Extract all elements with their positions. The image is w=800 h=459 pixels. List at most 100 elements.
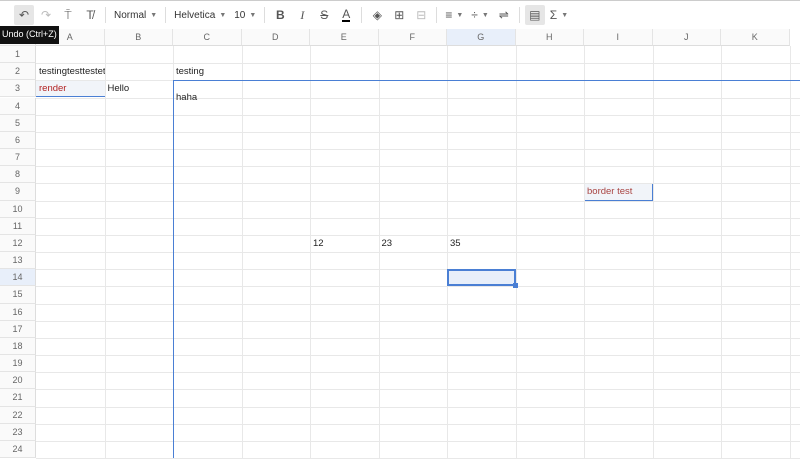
row-header-11[interactable]: 11 [0, 217, 36, 235]
row-header-2[interactable]: 2 [0, 63, 36, 81]
cell-G12[interactable]: 35 [447, 235, 516, 252]
column-header-H[interactable]: H [515, 29, 584, 46]
row-header-24[interactable]: 24 [0, 440, 36, 459]
align-button[interactable]: ≡ ▼ [442, 5, 466, 25]
align-left-icon: ≡ [445, 8, 453, 22]
vertical-align-icon: ÷ [471, 8, 478, 22]
column-gridline [652, 46, 654, 458]
divider [264, 7, 266, 23]
row-header-17[interactable]: 17 [0, 320, 36, 338]
bold-button[interactable]: B [270, 5, 290, 25]
strikethrough-button[interactable]: S [314, 5, 334, 25]
italic-button[interactable]: I [292, 5, 312, 25]
fill-handle[interactable] [512, 283, 518, 289]
spreadsheet-grid[interactable]: 1 2 3 4 5 6 7 8 9 10 11 12 13 14 15 16 17 18 19 20 21 22 23 24 A… [0, 29, 800, 459]
clear-format-button[interactable]: T̸ [80, 5, 100, 25]
chevron-down-icon: ▼ [150, 11, 158, 19]
cell-A2[interactable]: testingtesttestets [36, 63, 105, 80]
row-header-13[interactable]: 13 [0, 252, 36, 270]
merged-col-border [173, 80, 174, 458]
column-header-J[interactable]: J [652, 29, 721, 46]
paint-format-button[interactable]: ⍑ [58, 5, 78, 25]
paint-format-icon: ⍑ [64, 7, 72, 22]
fill-color-button[interactable]: ◈ [367, 5, 387, 25]
column-gridline [104, 46, 106, 458]
row-header-20[interactable]: 20 [0, 372, 36, 390]
row-header-9[interactable]: 9 [0, 183, 36, 201]
cell-F12[interactable]: 23 [379, 235, 448, 252]
row-header-6[interactable]: 6 [0, 131, 36, 149]
column-header-C[interactable]: C [173, 29, 242, 46]
cell-C2[interactable]: testing [173, 63, 242, 80]
row-header-1[interactable]: 1 [0, 46, 36, 64]
chevron-down-icon: ▼ [561, 11, 569, 19]
tooltip: Undo (Ctrl+Z) [0, 26, 59, 44]
row-gridline [36, 131, 800, 133]
wrap-text-icon: ⇌ [498, 8, 509, 22]
font-size-select[interactable]: 10 ▼ [231, 5, 259, 25]
italic-icon: I [300, 7, 305, 22]
selected-cell[interactable] [447, 269, 516, 287]
divider [436, 7, 438, 23]
row-gridline [36, 440, 800, 442]
functions-button[interactable]: Σ ▼ [547, 5, 571, 25]
divider [518, 7, 520, 23]
row-header-19[interactable]: 19 [0, 355, 36, 373]
row-header-23[interactable]: 23 [0, 423, 36, 441]
chevron-down-icon: ▼ [456, 11, 464, 19]
divider [361, 7, 363, 23]
column-header-G[interactable]: G [447, 29, 516, 46]
undo-button[interactable]: ↶ [14, 5, 34, 25]
row-gridline [36, 183, 800, 185]
cell-B3[interactable]: Hello [105, 80, 174, 97]
column-header-K[interactable]: K [721, 29, 790, 46]
column-header-I[interactable]: I [584, 29, 653, 46]
row-header-22[interactable]: 22 [0, 406, 36, 424]
borders-button[interactable]: ⊞ [389, 5, 409, 25]
chevron-down-icon: ▼ [219, 11, 227, 19]
chevron-down-icon: ▼ [481, 11, 489, 19]
column-header-B[interactable]: B [104, 29, 173, 46]
merge-cells-button[interactable]: ⊟ [411, 5, 431, 25]
row-header-8[interactable]: 8 [0, 166, 36, 184]
font-select[interactable]: Helvetica ▼ [171, 5, 229, 25]
row-header-3[interactable]: 3 [0, 80, 36, 98]
freeze-button[interactable]: ▤ [524, 5, 545, 25]
row-gridline [36, 63, 800, 65]
cell-I9[interactable]: border test [584, 183, 653, 200]
font-size-value: 10 [234, 9, 246, 21]
row-header-5[interactable]: 5 [0, 114, 36, 132]
toolbar: ↶ ↷ ⍑ T̸ Normal ▼ Helvetica ▼ 10 ▼ B I S A … [0, 0, 800, 29]
vertical-align-button[interactable]: ÷ ▼ [468, 5, 492, 25]
row-header-18[interactable]: 18 [0, 337, 36, 356]
undo-icon: ↶ [18, 8, 30, 22]
row-header-10[interactable]: 10 [0, 200, 36, 218]
column-header-E[interactable]: E [310, 29, 379, 46]
text-color-button[interactable]: A [336, 5, 356, 25]
redo-button[interactable]: ↷ [36, 5, 56, 25]
row-header-14[interactable]: 14 [0, 269, 36, 287]
style-select[interactable]: Normal ▼ [111, 5, 160, 25]
row-header-7[interactable]: 7 [0, 149, 36, 167]
column-gridline [721, 46, 722, 458]
column-gridline [789, 46, 791, 458]
row-header-4[interactable]: 4 [0, 97, 36, 115]
row-gridline [36, 217, 800, 219]
column-gridline [241, 46, 243, 458]
row-header-16[interactable]: 16 [0, 303, 36, 321]
column-header-D[interactable]: D [241, 29, 310, 46]
row-gridline [36, 320, 800, 322]
row-header-21[interactable]: 21 [0, 389, 36, 407]
column-header-F[interactable]: F [378, 29, 447, 46]
row-gridline [36, 269, 800, 271]
cell-E12[interactable]: 12 [310, 235, 379, 252]
row-gridline [36, 286, 800, 288]
row-gridline [36, 114, 800, 116]
table-icon: ▤ [529, 8, 541, 22]
wrap-text-button[interactable]: ⇌ [494, 5, 514, 25]
row-header-15[interactable]: 15 [0, 286, 36, 304]
divider [105, 7, 106, 23]
row-header-12[interactable]: 12 [0, 234, 36, 253]
cell-C3[interactable]: haha [173, 80, 242, 114]
cell-A3[interactable]: render [36, 80, 105, 97]
